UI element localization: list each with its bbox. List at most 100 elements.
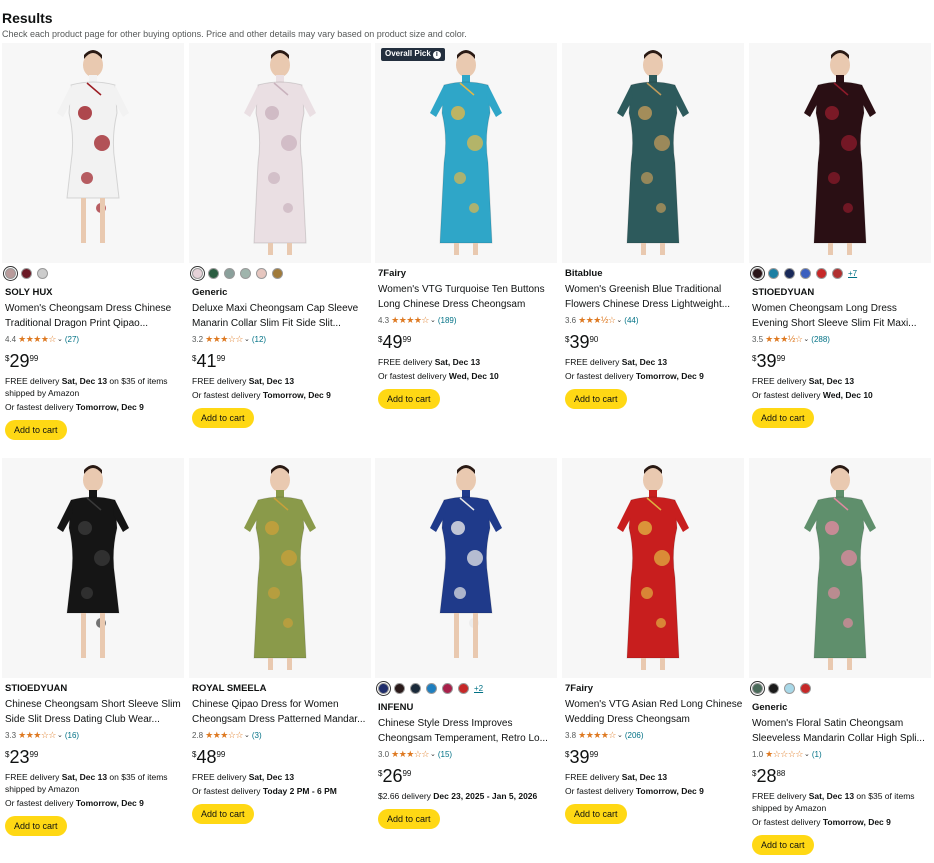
color-swatch[interactable]	[752, 267, 763, 279]
product-price[interactable]: $ 29 99	[5, 351, 183, 373]
product-rating[interactable]: 3.8 ★★★★☆ ⌄ (206)	[565, 729, 743, 741]
product-rating[interactable]: 2.8 ★★★☆☆ ⌄ (3)	[192, 729, 370, 741]
product-rating[interactable]: 4.4 ★★★★☆ ⌄ (27)	[5, 333, 183, 345]
color-swatch[interactable]	[394, 682, 405, 694]
product-title-link[interactable]: Deluxe Maxi Cheongsam Cap Sleeve Manarin…	[192, 301, 370, 331]
product-image[interactable]	[562, 458, 744, 678]
chevron-down-icon[interactable]: ⌄	[616, 316, 622, 324]
product-rating[interactable]: 4.3 ★★★★☆ ⌄ (189)	[378, 314, 556, 326]
add-to-cart-button[interactable]: Add to cart	[192, 804, 254, 824]
product-image[interactable]: Overall Pick i	[375, 43, 557, 263]
color-swatch[interactable]	[768, 682, 779, 694]
product-price[interactable]: $ 49 99	[378, 332, 556, 354]
product-rating[interactable]: 3.3 ★★★☆☆ ⌄ (16)	[5, 729, 183, 741]
product-price[interactable]: $ 26 99	[378, 766, 556, 788]
product-price[interactable]: $ 48 99	[192, 747, 370, 769]
color-swatch[interactable]	[410, 682, 421, 694]
color-swatch[interactable]	[21, 267, 32, 279]
product-price[interactable]: $ 41 99	[192, 351, 370, 373]
color-swatch[interactable]	[768, 267, 779, 279]
product-image[interactable]	[562, 43, 744, 263]
color-swatch[interactable]	[5, 267, 16, 279]
color-swatch[interactable]	[240, 267, 251, 279]
product-card[interactable]: SOLY HUX Women's Cheongsam Dress Chinese…	[2, 43, 184, 448]
color-swatch[interactable]	[784, 682, 795, 694]
product-price[interactable]: $ 39 99	[752, 351, 930, 373]
add-to-cart-button[interactable]: Add to cart	[5, 816, 67, 836]
product-image[interactable]	[2, 43, 184, 263]
chevron-down-icon[interactable]: ⌄	[617, 731, 623, 739]
review-count-link[interactable]: (44)	[624, 316, 638, 325]
product-rating[interactable]: 3.6 ★★★½☆ ⌄ (44)	[565, 314, 743, 326]
chevron-down-icon[interactable]: ⌄	[803, 335, 809, 343]
color-swatch[interactable]	[800, 682, 811, 694]
color-swatch[interactable]	[378, 682, 389, 694]
product-image[interactable]	[189, 43, 371, 263]
product-title-link[interactable]: Chinese Qipao Dress for Women Cheongsam …	[192, 697, 370, 727]
product-rating[interactable]: 1.0 ★☆☆☆☆ ⌄ (1)	[752, 748, 930, 760]
product-title-link[interactable]: Women's VTG Asian Red Long Chinese Weddi…	[565, 697, 743, 727]
product-card[interactable]: Generic Deluxe Maxi Cheongsam Cap Sleeve…	[189, 43, 371, 448]
product-price[interactable]: $ 39 99	[565, 747, 743, 769]
review-count-link[interactable]: (1)	[812, 750, 822, 759]
product-price[interactable]: $ 28 88	[752, 766, 930, 788]
add-to-cart-button[interactable]: Add to cart	[752, 835, 814, 855]
product-image[interactable]	[189, 458, 371, 678]
color-swatch[interactable]	[442, 682, 453, 694]
product-card[interactable]: ROYAL SMEELA Chinese Qipao Dress for Wom…	[189, 458, 371, 863]
review-count-link[interactable]: (27)	[65, 335, 79, 344]
product-title-link[interactable]: Women Cheongsam Long Dress Evening Short…	[752, 301, 930, 331]
review-count-link[interactable]: (3)	[252, 731, 262, 740]
add-to-cart-button[interactable]: Add to cart	[378, 809, 440, 829]
review-count-link[interactable]: (16)	[65, 731, 79, 740]
color-swatch[interactable]	[224, 267, 235, 279]
review-count-link[interactable]: (12)	[252, 335, 266, 344]
product-title-link[interactable]: Chinese Style Dress Improves Cheongsam T…	[378, 716, 556, 746]
review-count-link[interactable]: (15)	[438, 750, 452, 759]
product-rating[interactable]: 3.5 ★★★½☆ ⌄ (288)	[752, 333, 930, 345]
review-count-link[interactable]: (288)	[811, 335, 830, 344]
product-title-link[interactable]: Women's Cheongsam Dress Chinese Traditio…	[5, 301, 183, 331]
product-card[interactable]: Generic Women's Floral Satin Cheongsam S…	[749, 458, 931, 863]
more-colors-link[interactable]: +2	[474, 684, 483, 693]
color-swatch[interactable]	[832, 267, 843, 279]
product-card[interactable]: Overall Pick i 7Fairy Women's VTG Turquoi…	[375, 43, 557, 448]
product-card[interactable]: Bitablue Women's Greenish Blue Tradition…	[562, 43, 744, 448]
product-image[interactable]	[749, 458, 931, 678]
add-to-cart-button[interactable]: Add to cart	[378, 389, 440, 409]
product-title-link[interactable]: Women's Greenish Blue Traditional Flower…	[565, 282, 743, 312]
product-card[interactable]: +7 STIOEDYUAN Women Cheongsam Long Dress…	[749, 43, 931, 448]
product-image[interactable]	[749, 43, 931, 263]
chevron-down-icon[interactable]: ⌄	[430, 316, 436, 324]
chevron-down-icon[interactable]: ⌄	[57, 335, 63, 343]
color-swatch[interactable]	[272, 267, 283, 279]
product-card[interactable]: 7Fairy Women's VTG Asian Red Long Chines…	[562, 458, 744, 863]
add-to-cart-button[interactable]: Add to cart	[565, 804, 627, 824]
product-price[interactable]: $ 39 90	[565, 332, 743, 354]
color-swatch[interactable]	[37, 267, 48, 279]
chevron-down-icon[interactable]: ⌄	[244, 731, 250, 739]
more-colors-link[interactable]: +7	[848, 269, 857, 278]
color-swatch[interactable]	[256, 267, 267, 279]
product-card[interactable]: STIOEDYUAN Chinese Cheongsam Short Sleev…	[2, 458, 184, 863]
color-swatch[interactable]	[458, 682, 469, 694]
product-rating[interactable]: 3.0 ★★★☆☆ ⌄ (15)	[378, 748, 556, 760]
color-swatch[interactable]	[192, 267, 203, 279]
color-swatch[interactable]	[208, 267, 219, 279]
add-to-cart-button[interactable]: Add to cart	[565, 389, 627, 409]
review-count-link[interactable]: (189)	[438, 316, 457, 325]
add-to-cart-button[interactable]: Add to cart	[192, 408, 254, 428]
add-to-cart-button[interactable]: Add to cart	[5, 420, 67, 440]
product-image[interactable]	[2, 458, 184, 678]
info-icon[interactable]: i	[432, 51, 441, 59]
product-title-link[interactable]: Women's VTG Turquoise Ten Buttons Long C…	[378, 282, 556, 312]
chevron-down-icon[interactable]: ⌄	[57, 731, 63, 739]
product-image[interactable]	[375, 458, 557, 678]
review-count-link[interactable]: (206)	[625, 731, 644, 740]
product-card[interactable]: +2 INFENU Chinese Style Dress Improves C…	[375, 458, 557, 863]
chevron-down-icon[interactable]: ⌄	[430, 750, 436, 758]
color-swatch[interactable]	[816, 267, 827, 279]
color-swatch[interactable]	[426, 682, 437, 694]
chevron-down-icon[interactable]: ⌄	[244, 335, 250, 343]
product-title-link[interactable]: Women's Floral Satin Cheongsam Sleeveles…	[752, 716, 930, 746]
